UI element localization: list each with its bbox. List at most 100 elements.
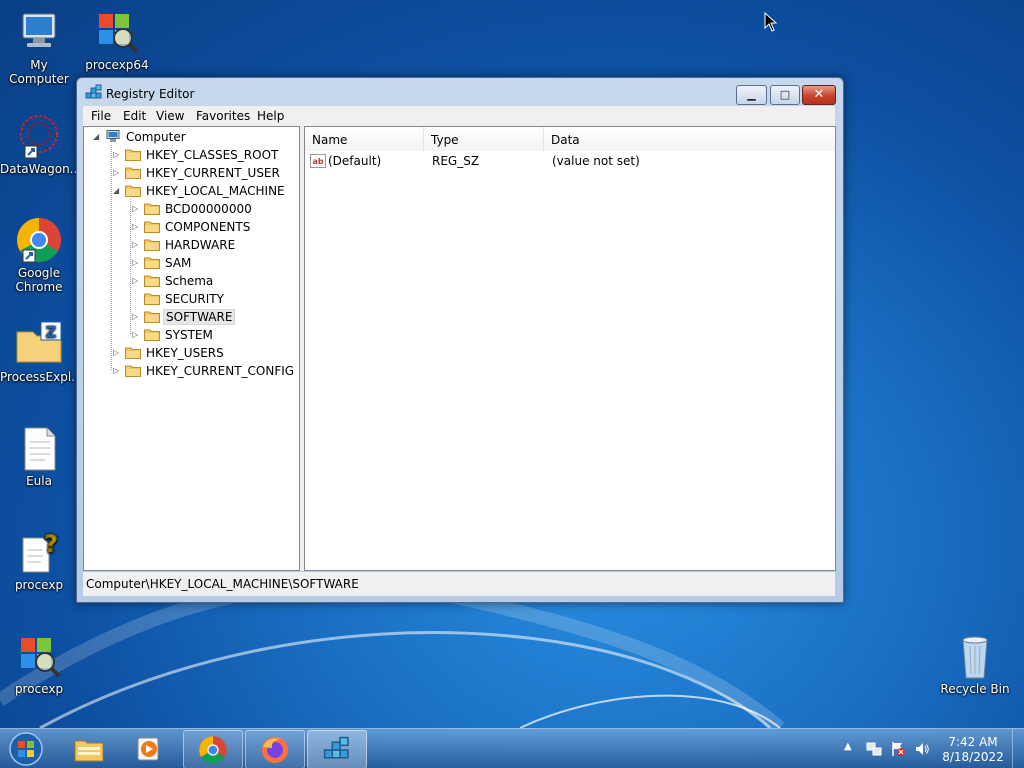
tree-node-label: SECURITY xyxy=(165,292,224,306)
desktop-icon-procexp64[interactable]: procexp64 xyxy=(78,8,156,72)
values-list[interactable]: Name Type Data ab (Default) REG_SZ (valu… xyxy=(304,126,836,571)
action-center-icon[interactable] xyxy=(890,741,906,757)
clock[interactable]: 7:42 AM 8/18/2022 xyxy=(940,735,1006,765)
column-header-data[interactable]: Data xyxy=(544,127,835,151)
desktop-icon-label: Recycle Bin xyxy=(940,682,1010,696)
tree-node-label: SOFTWARE xyxy=(163,309,236,325)
tree-node[interactable]: ▷ SOFTWARE xyxy=(84,308,299,326)
expand-arrow-icon[interactable]: ▷ xyxy=(132,254,142,272)
network-icon[interactable] xyxy=(866,741,882,757)
windows-start-icon xyxy=(9,732,43,766)
desktop-icon-label: DataWagon... xyxy=(0,162,82,176)
menu-favorites[interactable]: Favorites xyxy=(196,109,250,123)
desktop-icon-procexp-help[interactable]: ? procexp xyxy=(0,528,78,592)
menu-file[interactable]: File xyxy=(91,109,111,123)
expand-arrow-icon[interactable]: ▷ xyxy=(132,236,142,254)
tree-node-label: SYSTEM xyxy=(165,328,213,342)
tree-node[interactable]: ▷ BCD00000000 xyxy=(84,200,299,218)
menu-help[interactable]: Help xyxy=(257,109,284,123)
tree-node[interactable]: ▷ HKEY_CURRENT_CONFIG xyxy=(84,362,299,380)
expand-arrow-icon[interactable]: ▷ xyxy=(132,272,142,290)
tree-node-label: HKEY_CURRENT_CONFIG xyxy=(146,364,295,378)
desktop-icon-recycle-bin[interactable]: Recycle Bin xyxy=(936,632,1014,696)
menu-view[interactable]: View xyxy=(156,109,184,123)
value-data: (value not set) xyxy=(552,154,640,168)
tree-node[interactable]: ◢ HKEY_LOCAL_MACHINE xyxy=(84,182,299,200)
show-desktop-button[interactable] xyxy=(1012,729,1024,768)
tree-node[interactable]: ▷ SAM xyxy=(84,254,299,272)
tree-node[interactable]: ◢ Computer xyxy=(84,128,299,146)
tree-node[interactable]: ▷ HARDWARE xyxy=(84,236,299,254)
start-button[interactable] xyxy=(6,730,46,768)
folder-icon xyxy=(144,275,160,287)
collapse-arrow-icon[interactable]: ◢ xyxy=(113,182,123,200)
text-document-icon xyxy=(15,424,63,472)
tree-node-label: BCD00000000 xyxy=(165,202,252,216)
help-document-icon: ? xyxy=(15,528,63,576)
menu-edit[interactable]: Edit xyxy=(123,109,146,123)
close-icon: ✕ xyxy=(813,87,825,102)
desktop-icon-processexplorer-zip[interactable]: Z ProcessExpl... xyxy=(0,320,83,384)
registry-tree[interactable]: ◢ Computer ▷ HKEY_CLASSES_ROOT ▷ HKEY_CURRENT… xyxy=(83,126,300,571)
folder-icon xyxy=(125,149,141,161)
tree-node[interactable]: ▷ SYSTEM xyxy=(84,326,299,344)
string-value-icon: ab xyxy=(310,154,326,168)
folder-icon xyxy=(125,185,141,197)
expand-arrow-icon[interactable]: ▷ xyxy=(132,308,142,326)
desktop-icon-label: procexp xyxy=(14,578,64,592)
tree-node[interactable]: ▷ HKEY_USERS xyxy=(84,344,299,362)
datawagon-icon xyxy=(15,112,63,160)
tree-node[interactable]: ▷ HKEY_CLASSES_ROOT xyxy=(84,146,299,164)
taskbar: ▲ 7:42 AM 8/18/2022 xyxy=(0,728,1024,768)
status-bar: Computer\HKEY_LOCAL_MACHINE\SOFTWARE xyxy=(83,572,835,596)
expand-arrow-icon[interactable]: ▷ xyxy=(113,146,123,164)
value-name: (Default) xyxy=(328,154,382,168)
taskbar-firefox[interactable] xyxy=(245,730,305,768)
computer-icon xyxy=(15,8,63,56)
tree-node-label: SAM xyxy=(165,256,192,270)
show-hidden-icons-button[interactable]: ▲ xyxy=(844,741,852,752)
status-path: Computer\HKEY_LOCAL_MACHINE\SOFTWARE xyxy=(86,577,359,591)
expand-arrow-icon[interactable]: ▷ xyxy=(132,218,142,236)
taskbar-chrome[interactable] xyxy=(183,730,243,768)
expand-arrow-icon[interactable]: ▷ xyxy=(132,200,142,218)
collapse-arrow-icon[interactable]: ◢ xyxy=(93,128,103,146)
expand-arrow-icon[interactable]: ▷ xyxy=(132,326,142,344)
taskbar-windows-explorer[interactable] xyxy=(60,730,118,767)
desktop-icon-label: ProcessExpl... xyxy=(0,370,83,384)
value-type: REG_SZ xyxy=(432,154,480,168)
desktop-icon-my-computer[interactable]: My Computer xyxy=(0,8,78,86)
desktop-icon-eula[interactable]: Eula xyxy=(0,424,78,488)
windows-magnifier-icon xyxy=(93,8,141,56)
minimize-button[interactable]: ▁ xyxy=(736,85,767,105)
expand-arrow-icon[interactable]: ▷ xyxy=(113,344,123,362)
expand-arrow-icon[interactable]: ▷ xyxy=(113,164,123,182)
media-player-icon xyxy=(137,737,159,761)
folder-icon xyxy=(144,329,160,341)
svg-text:Z: Z xyxy=(46,323,57,341)
tree-node[interactable]: ▷ COMPONENTS xyxy=(84,218,299,236)
column-header-name[interactable]: Name xyxy=(305,127,424,151)
registry-editor-window: Registry Editor ▁ □ ✕ File Edit View Fav… xyxy=(76,77,844,603)
desktop-icon-datawagon[interactable]: DataWagon... xyxy=(0,112,82,176)
tree-node[interactable]: ▷ Schema xyxy=(84,272,299,290)
table-row[interactable]: ab (Default) REG_SZ (value not set) xyxy=(309,154,829,170)
expand-arrow-icon[interactable]: ▷ xyxy=(113,362,123,380)
title-bar[interactable]: Registry Editor ▁ □ ✕ xyxy=(77,78,843,108)
tree-node-label: Computer xyxy=(126,130,186,144)
close-button[interactable]: ✕ xyxy=(802,85,836,105)
desktop-icon-google-chrome[interactable]: Google Chrome xyxy=(0,216,78,294)
firefox-icon xyxy=(262,737,288,763)
taskbar-registry-editor[interactable] xyxy=(307,730,367,768)
tree-node-label: COMPONENTS xyxy=(165,220,251,234)
zip-folder-icon: Z xyxy=(15,320,63,368)
taskbar-media-player[interactable] xyxy=(120,730,178,767)
volume-icon[interactable] xyxy=(914,741,930,757)
windows-magnifier-icon xyxy=(15,632,63,680)
tree-node[interactable]: SECURITY xyxy=(84,290,299,308)
maximize-button[interactable]: □ xyxy=(770,85,800,105)
tree-node-label: Schema xyxy=(165,274,214,288)
column-header-type[interactable]: Type xyxy=(424,127,544,151)
desktop-icon-procexp[interactable]: procexp xyxy=(0,632,78,696)
tree-node[interactable]: ▷ HKEY_CURRENT_USER xyxy=(84,164,299,182)
